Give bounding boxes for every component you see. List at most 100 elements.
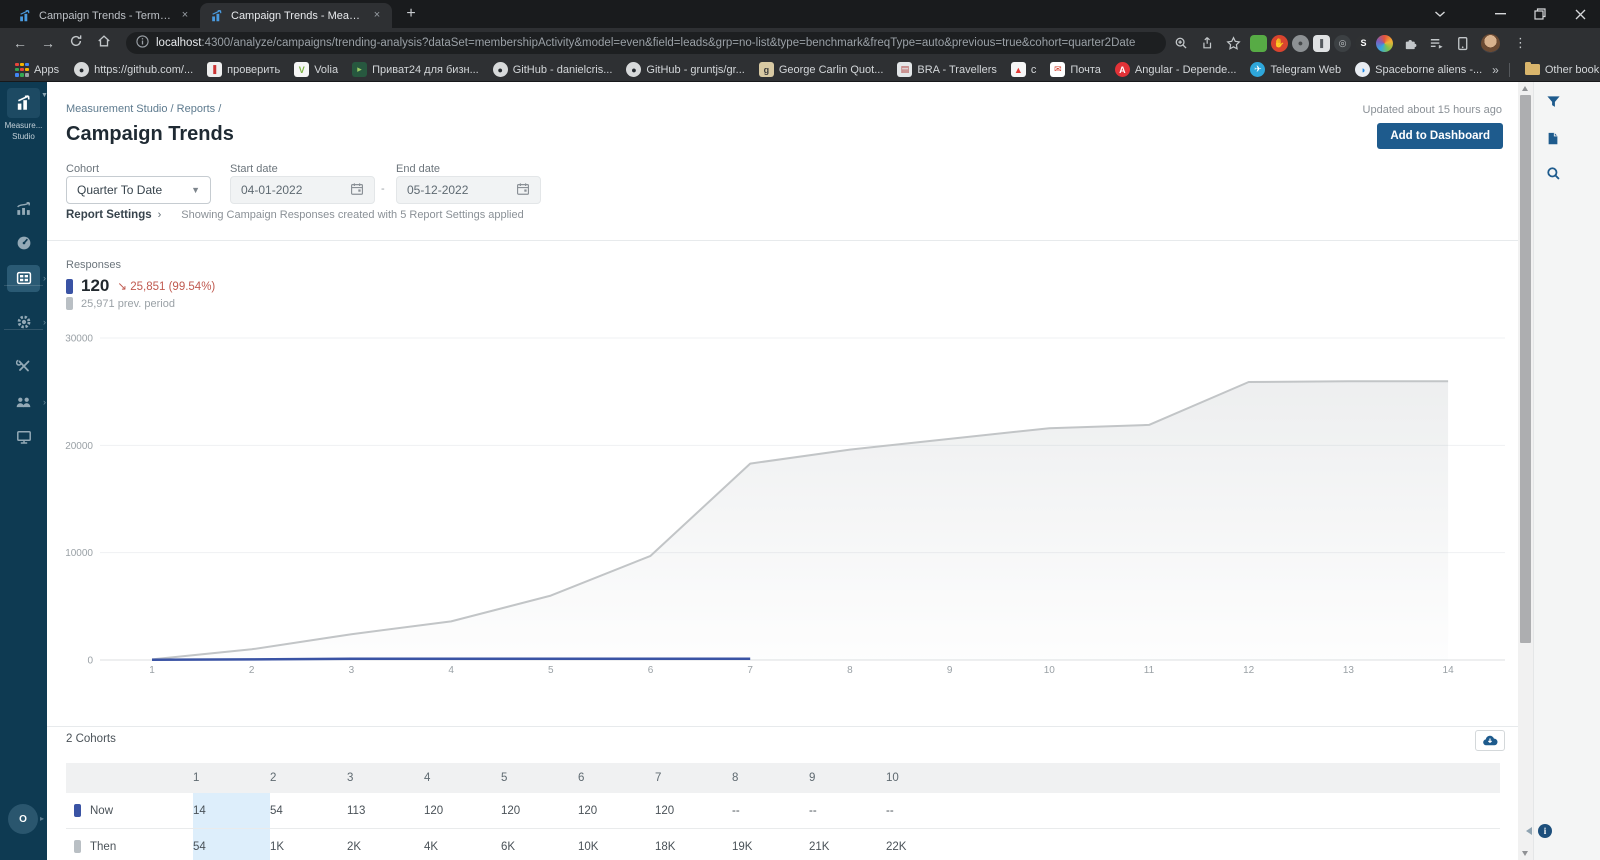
- bookmark-item[interactable]: ◑ Spaceborne aliens -...: [1350, 60, 1487, 79]
- sidebar-item-reports[interactable]: ›: [0, 263, 47, 293]
- reload-button[interactable]: [64, 31, 88, 55]
- playlist-icon[interactable]: [1425, 32, 1447, 54]
- cohort-label: Cohort: [66, 163, 100, 175]
- new-tab-button[interactable]: +: [398, 2, 424, 28]
- table-cell: 6K: [501, 840, 516, 853]
- scroll-up-arrow[interactable]: [1522, 86, 1528, 91]
- sidebar-item-audiences[interactable]: ›: [0, 387, 47, 417]
- bookmark-item[interactable]: A Angular - Depende...: [1110, 60, 1242, 79]
- apps-grid-icon: [15, 62, 29, 77]
- bookmark-item[interactable]: ● https://github.com/...: [69, 60, 198, 79]
- device-tablet-icon[interactable]: [1451, 32, 1473, 54]
- vertical-scrollbar[interactable]: [1518, 82, 1533, 860]
- bookmark-label: проверить: [227, 63, 281, 76]
- metric-value: 120: [81, 276, 110, 295]
- sidebar-item-presentation[interactable]: [0, 422, 47, 452]
- minimize-button[interactable]: [1480, 0, 1520, 28]
- scrollbar-thumb[interactable]: [1520, 95, 1531, 643]
- browser-window: Campaign Trends - Terminus Hub × Campaig…: [0, 0, 1600, 860]
- browser-tab-measurement-studio[interactable]: Campaign Trends - Measurement Studio ×: [200, 3, 392, 28]
- sidebar-item-tools[interactable]: [0, 351, 47, 381]
- gray-badge-extension-icon[interactable]: ●: [1292, 34, 1309, 52]
- app-logo[interactable]: [7, 88, 40, 118]
- bookmarks-overflow-chevron[interactable]: »: [1492, 63, 1499, 77]
- url-bar[interactable]: localhost:4300/analyze/campaigns/trendin…: [126, 32, 1166, 54]
- breadcrumb[interactable]: Measurement Studio / Reports /: [66, 103, 221, 115]
- bookmark-item[interactable]: ▲ c: [1006, 60, 1042, 79]
- bookmark-item[interactable]: ▤ BRA - Travellers: [892, 60, 1001, 79]
- home-button[interactable]: [92, 31, 116, 55]
- page-info-icon[interactable]: [136, 35, 149, 51]
- bookmark-item[interactable]: ▸ Приват24 для бизн...: [347, 60, 484, 79]
- sidebar-item-dashboards[interactable]: [0, 228, 47, 258]
- green-shield-extension-icon[interactable]: [1250, 34, 1267, 52]
- report-settings-link[interactable]: Report Settings: [66, 209, 152, 221]
- bookmark-label: BRA - Travellers: [917, 63, 997, 76]
- bookmarks-separator: [1508, 62, 1510, 77]
- stop-hand-extension-icon[interactable]: ✋: [1271, 34, 1288, 52]
- forward-button[interactable]: →: [36, 31, 60, 55]
- add-to-dashboard-button[interactable]: Add to Dashboard: [1377, 123, 1503, 149]
- download-button[interactable]: [1475, 730, 1505, 751]
- end-date-input[interactable]: 05-12-2022: [396, 176, 541, 204]
- row-label: Then: [90, 840, 117, 853]
- back-button[interactable]: ←: [8, 31, 32, 55]
- bookmark-item[interactable]: ● GitHub - gruntjs/gr...: [621, 60, 749, 79]
- tab-search-chevron-icon[interactable]: [1420, 0, 1460, 28]
- table-cell: 18K: [655, 840, 676, 853]
- bookmark-favicon-icon: ❚: [207, 62, 223, 77]
- sidebar-item-settings[interactable]: ›: [0, 307, 47, 337]
- table-column-header: 5: [501, 772, 508, 784]
- s-letter-extension-icon[interactable]: S: [1355, 34, 1372, 52]
- scroll-down-arrow[interactable]: [1522, 851, 1528, 856]
- x-axis-tick: 5: [548, 665, 554, 676]
- bookmark-item[interactable]: V Volia: [289, 60, 343, 79]
- x-axis-tick: 11: [1144, 665, 1155, 676]
- people-icon: [7, 389, 40, 416]
- filter-funnel-icon[interactable]: [1546, 95, 1562, 111]
- bookmark-favicon-icon: V: [294, 62, 310, 77]
- zoom-search-icon[interactable]: [1170, 32, 1192, 54]
- collapse-left-icon[interactable]: [1526, 827, 1532, 835]
- y-axis-tick: 20000: [65, 441, 93, 452]
- restore-button[interactable]: [1520, 0, 1560, 28]
- bookmark-item[interactable]: g George Carlin Quot...: [754, 60, 889, 79]
- other-bookmarks[interactable]: Other bookmarks: [1520, 61, 1600, 78]
- report-document-icon[interactable]: [1546, 131, 1562, 147]
- browser-menu-icon[interactable]: ⋮: [1508, 35, 1533, 51]
- bookmark-item[interactable]: ✈ Telegram Web: [1245, 60, 1346, 79]
- then-series-area: [152, 381, 1449, 660]
- sidebar-item-analytics[interactable]: [0, 193, 47, 223]
- profile-avatar[interactable]: [1481, 33, 1500, 53]
- cohort-select[interactable]: Quarter To Date ▼: [66, 176, 211, 204]
- apps-shortcut[interactable]: Apps: [10, 61, 64, 79]
- start-date-input[interactable]: 04-01-2022: [230, 176, 375, 204]
- close-window-button[interactable]: [1560, 0, 1600, 28]
- browser-tab-terminus[interactable]: Campaign Trends - Terminus Hub ×: [8, 3, 200, 28]
- x-axis-tick: 10: [1044, 665, 1056, 676]
- reader-extension-icon[interactable]: ❚: [1313, 34, 1330, 52]
- cookie-ring-extension-icon[interactable]: ◎: [1334, 34, 1351, 52]
- table-row-then[interactable]: Then 54 1K 2K 4K 6K 10K 18K 19K 21K 22K: [66, 829, 1500, 860]
- search-icon[interactable]: [1546, 166, 1562, 182]
- tab-close-icon[interactable]: ×: [178, 9, 192, 23]
- bookmark-star-icon[interactable]: [1222, 32, 1244, 54]
- tab-strip: Campaign Trends - Terminus Hub × Campaig…: [0, 0, 1600, 28]
- info-icon[interactable]: i: [1538, 824, 1552, 838]
- table-row-now[interactable]: Now 14 54 113 120 120 120 120 -- -- --: [66, 793, 1500, 829]
- tab-close-icon[interactable]: ×: [370, 9, 384, 23]
- table-column-header: 2: [270, 772, 277, 784]
- y-axis-tick: 0: [87, 656, 93, 667]
- bookmark-item[interactable]: ✉ Почта: [1045, 60, 1106, 79]
- right-tool-panel: i: [1526, 82, 1600, 860]
- extensions-area: ✋ ● ❚ ◎ S: [1248, 34, 1395, 52]
- bookmark-item[interactable]: ❚ проверить: [202, 60, 285, 79]
- x-axis-tick: 4: [448, 665, 454, 676]
- share-icon[interactable]: [1196, 32, 1218, 54]
- rainbow-ring-extension-icon[interactable]: [1376, 34, 1393, 52]
- bookmark-item[interactable]: ● GitHub - danielcris...: [488, 60, 618, 79]
- user-avatar[interactable]: O: [8, 804, 38, 834]
- table-cell: 54: [193, 829, 270, 860]
- table-cell: 120: [578, 804, 598, 817]
- extensions-puzzle-icon[interactable]: [1399, 32, 1421, 54]
